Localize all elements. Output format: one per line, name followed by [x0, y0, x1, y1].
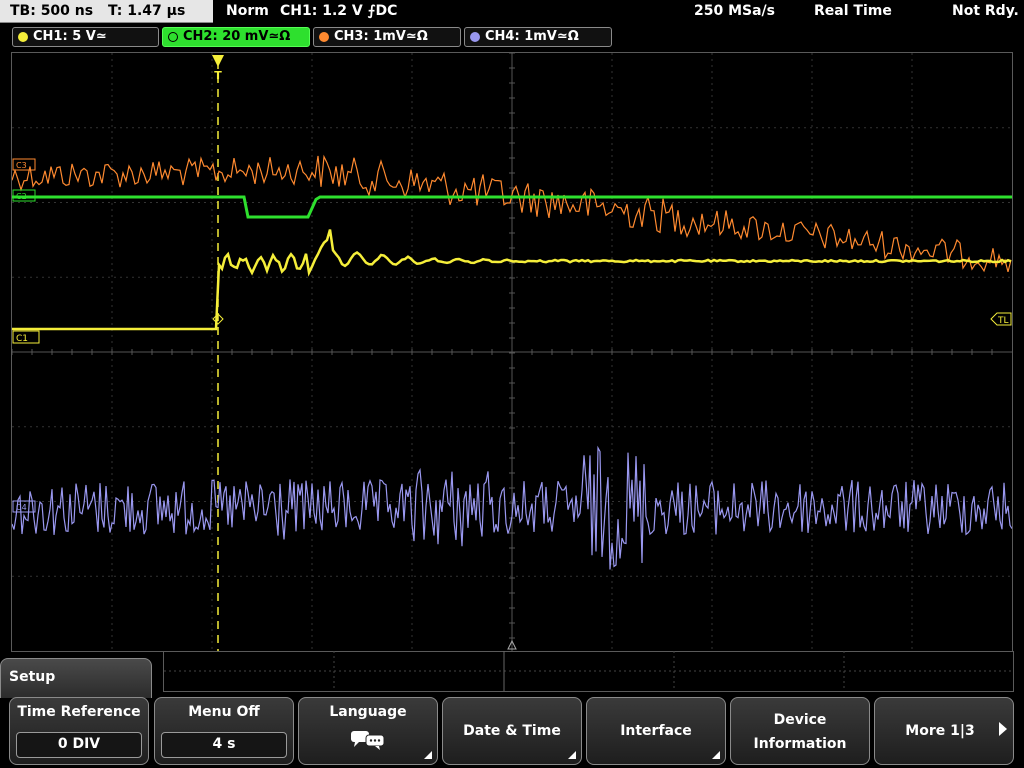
- tab-ch3[interactable]: CH3: 1mV≃Ω: [313, 27, 461, 47]
- tab-ch4[interactable]: CH4: 1mV≃Ω: [464, 27, 612, 47]
- tab-ch1[interactable]: CH1: 5 V≃: [12, 27, 159, 47]
- device-information-softkey[interactable]: Device Information: [730, 697, 870, 765]
- timebase-box[interactable]: TB: 500 ns T: 1.47 µs: [0, 0, 213, 23]
- ch2-marker-label: C2: [16, 192, 27, 201]
- trigger-position-marker-icon[interactable]: [212, 55, 224, 67]
- right-arrow-icon[interactable]: [999, 722, 1007, 736]
- tab-ch2[interactable]: CH2: 20 mV≃Ω: [162, 27, 310, 47]
- lower-graticule: [163, 651, 1014, 692]
- lower-graticule-svg: [164, 651, 1013, 691]
- time-reference-softkey[interactable]: Time Reference 0 DIV: [9, 697, 149, 765]
- interface-label: Interface: [620, 723, 692, 739]
- trigger-level-label: TL: [997, 316, 1009, 326]
- ch1-marker-label: C1: [16, 334, 28, 344]
- trigger-position-label: T: [214, 69, 222, 82]
- ch1-label: CH1: 5 V≃: [33, 29, 107, 44]
- status-bar: Norm CH1: 1.2 V ⨍DC 250 MSa/s Real Time …: [216, 0, 1024, 23]
- menu-off-value: 4 s: [161, 732, 287, 758]
- acquisition-state: Not Rdy.: [952, 3, 1019, 19]
- waveform-display[interactable]: T C3 C2 C1 C4 TL: [11, 52, 1013, 652]
- timebase-value: TB: 500 ns: [10, 3, 94, 19]
- language-softkey[interactable]: Language: [298, 697, 438, 765]
- ch2-dot-icon: [168, 32, 178, 42]
- menu-off-label: Menu Off: [188, 704, 260, 720]
- graticule: [12, 53, 1012, 651]
- ch4-label: CH4: 1mV≃Ω: [485, 29, 579, 44]
- ch1-dot-icon: [18, 32, 28, 42]
- menu-title-tab: Setup: [0, 658, 152, 698]
- information-label: Information: [753, 736, 847, 752]
- speech-bubbles-icon: [351, 731, 385, 750]
- trigger-setting[interactable]: CH1: 1.2 V ⨍DC: [280, 0, 397, 23]
- ch2-label: CH2: 20 mV≃Ω: [183, 29, 291, 44]
- acquisition-mode: Real Time: [814, 3, 892, 19]
- time-reference-label: Time Reference: [17, 704, 141, 720]
- ch4-dot-icon: [470, 32, 480, 42]
- menu-title: Setup: [9, 669, 56, 685]
- more-softkey[interactable]: More 1|3: [874, 697, 1014, 765]
- device-label: Device: [773, 712, 827, 728]
- submenu-indicator-icon: [712, 751, 720, 759]
- interface-softkey[interactable]: Interface: [586, 697, 726, 765]
- submenu-indicator-icon: [568, 751, 576, 759]
- more-label: More 1|3: [905, 723, 975, 739]
- time-reference-value: 0 DIV: [16, 732, 142, 758]
- menu-off-softkey[interactable]: Menu Off 4 s: [154, 697, 294, 765]
- ch3-marker-label: C3: [16, 161, 27, 170]
- waveform-svg: T C3 C2 C1 C4 TL: [12, 53, 1012, 651]
- ch3-dot-icon: [319, 32, 329, 42]
- trigger-mode[interactable]: Norm: [226, 0, 269, 23]
- submenu-indicator-icon: [424, 751, 432, 759]
- ch4-marker-label: C4: [16, 503, 27, 512]
- language-label: Language: [329, 704, 407, 720]
- sample-rate: 250 MSa/s: [694, 3, 776, 19]
- date-time-softkey[interactable]: Date & Time: [442, 697, 582, 765]
- date-time-label: Date & Time: [463, 723, 561, 739]
- trigger-time-value: T: 1.47 µs: [107, 3, 186, 19]
- ch3-label: CH3: 1mV≃Ω: [334, 29, 428, 44]
